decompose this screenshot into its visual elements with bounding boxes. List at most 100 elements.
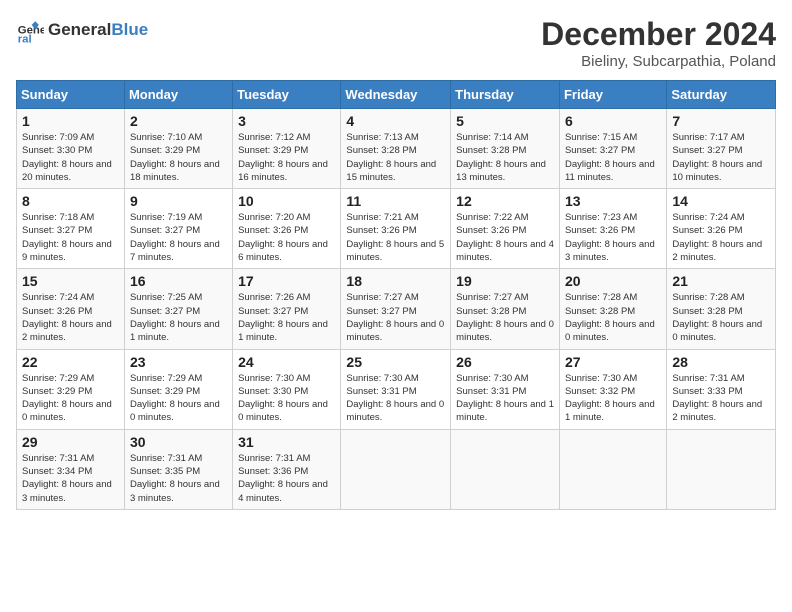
cell-info: Sunrise: 7:21 AM Sunset: 3:26 PM Dayligh…	[346, 211, 445, 264]
calendar-cell: 26 Sunrise: 7:30 AM Sunset: 3:31 PM Dayl…	[451, 349, 560, 429]
cell-info: Sunrise: 7:15 AM Sunset: 3:27 PM Dayligh…	[565, 131, 661, 184]
day-number: 10	[238, 193, 335, 209]
day-number: 25	[346, 354, 445, 370]
cell-info: Sunrise: 7:25 AM Sunset: 3:27 PM Dayligh…	[130, 291, 227, 344]
calendar-cell: 7 Sunrise: 7:17 AM Sunset: 3:27 PM Dayli…	[667, 109, 776, 189]
calendar-cell: 24 Sunrise: 7:30 AM Sunset: 3:30 PM Dayl…	[233, 349, 341, 429]
calendar-cell: 14 Sunrise: 7:24 AM Sunset: 3:26 PM Dayl…	[667, 189, 776, 269]
day-number: 17	[238, 273, 335, 289]
calendar-cell: 19 Sunrise: 7:27 AM Sunset: 3:28 PM Dayl…	[451, 269, 560, 349]
day-number: 29	[22, 434, 119, 450]
calendar-cell: 2 Sunrise: 7:10 AM Sunset: 3:29 PM Dayli…	[124, 109, 232, 189]
logo-icon: Gene ral	[16, 16, 44, 44]
day-number: 8	[22, 193, 119, 209]
calendar-week-row: 29 Sunrise: 7:31 AM Sunset: 3:34 PM Dayl…	[17, 429, 776, 509]
day-number: 16	[130, 273, 227, 289]
calendar-table: SundayMondayTuesdayWednesdayThursdayFrid…	[16, 80, 776, 510]
calendar-week-row: 1 Sunrise: 7:09 AM Sunset: 3:30 PM Dayli…	[17, 109, 776, 189]
cell-info: Sunrise: 7:26 AM Sunset: 3:27 PM Dayligh…	[238, 291, 335, 344]
header-day: Tuesday	[233, 81, 341, 109]
calendar-week-row: 15 Sunrise: 7:24 AM Sunset: 3:26 PM Dayl…	[17, 269, 776, 349]
cell-info: Sunrise: 7:29 AM Sunset: 3:29 PM Dayligh…	[130, 372, 227, 425]
day-number: 23	[130, 354, 227, 370]
calendar-cell: 29 Sunrise: 7:31 AM Sunset: 3:34 PM Dayl…	[17, 429, 125, 509]
cell-info: Sunrise: 7:23 AM Sunset: 3:26 PM Dayligh…	[565, 211, 661, 264]
logo: Gene ral GeneralBlue	[16, 16, 148, 44]
cell-info: Sunrise: 7:14 AM Sunset: 3:28 PM Dayligh…	[456, 131, 554, 184]
calendar-cell: 22 Sunrise: 7:29 AM Sunset: 3:29 PM Dayl…	[17, 349, 125, 429]
calendar-cell: 25 Sunrise: 7:30 AM Sunset: 3:31 PM Dayl…	[341, 349, 451, 429]
day-number: 30	[130, 434, 227, 450]
cell-info: Sunrise: 7:10 AM Sunset: 3:29 PM Dayligh…	[130, 131, 227, 184]
calendar-cell: 6 Sunrise: 7:15 AM Sunset: 3:27 PM Dayli…	[559, 109, 666, 189]
cell-info: Sunrise: 7:24 AM Sunset: 3:26 PM Dayligh…	[22, 291, 119, 344]
calendar-cell: 17 Sunrise: 7:26 AM Sunset: 3:27 PM Dayl…	[233, 269, 341, 349]
title-area: December 2024 Bieliny, Subcarpathia, Pol…	[541, 16, 776, 70]
cell-info: Sunrise: 7:09 AM Sunset: 3:30 PM Dayligh…	[22, 131, 119, 184]
calendar-cell: 31 Sunrise: 7:31 AM Sunset: 3:36 PM Dayl…	[233, 429, 341, 509]
calendar-cell: 3 Sunrise: 7:12 AM Sunset: 3:29 PM Dayli…	[233, 109, 341, 189]
day-number: 1	[22, 113, 119, 129]
calendar-cell: 20 Sunrise: 7:28 AM Sunset: 3:28 PM Dayl…	[559, 269, 666, 349]
logo-general: General	[48, 20, 111, 39]
day-number: 26	[456, 354, 554, 370]
calendar-cell: 8 Sunrise: 7:18 AM Sunset: 3:27 PM Dayli…	[17, 189, 125, 269]
calendar-cell: 30 Sunrise: 7:31 AM Sunset: 3:35 PM Dayl…	[124, 429, 232, 509]
cell-info: Sunrise: 7:31 AM Sunset: 3:33 PM Dayligh…	[672, 372, 770, 425]
calendar-cell	[559, 429, 666, 509]
month-title: December 2024	[541, 16, 776, 53]
cell-info: Sunrise: 7:31 AM Sunset: 3:36 PM Dayligh…	[238, 452, 335, 505]
day-number: 28	[672, 354, 770, 370]
cell-info: Sunrise: 7:20 AM Sunset: 3:26 PM Dayligh…	[238, 211, 335, 264]
day-number: 12	[456, 193, 554, 209]
cell-info: Sunrise: 7:28 AM Sunset: 3:28 PM Dayligh…	[565, 291, 661, 344]
day-number: 22	[22, 354, 119, 370]
calendar-week-row: 22 Sunrise: 7:29 AM Sunset: 3:29 PM Dayl…	[17, 349, 776, 429]
header-day: Sunday	[17, 81, 125, 109]
header-row: SundayMondayTuesdayWednesdayThursdayFrid…	[17, 81, 776, 109]
day-number: 2	[130, 113, 227, 129]
day-number: 31	[238, 434, 335, 450]
calendar-cell: 27 Sunrise: 7:30 AM Sunset: 3:32 PM Dayl…	[559, 349, 666, 429]
day-number: 27	[565, 354, 661, 370]
calendar-cell: 18 Sunrise: 7:27 AM Sunset: 3:27 PM Dayl…	[341, 269, 451, 349]
calendar-cell: 28 Sunrise: 7:31 AM Sunset: 3:33 PM Dayl…	[667, 349, 776, 429]
cell-info: Sunrise: 7:17 AM Sunset: 3:27 PM Dayligh…	[672, 131, 770, 184]
cell-info: Sunrise: 7:13 AM Sunset: 3:28 PM Dayligh…	[346, 131, 445, 184]
day-number: 11	[346, 193, 445, 209]
header-day: Monday	[124, 81, 232, 109]
cell-info: Sunrise: 7:27 AM Sunset: 3:28 PM Dayligh…	[456, 291, 554, 344]
cell-info: Sunrise: 7:30 AM Sunset: 3:31 PM Dayligh…	[346, 372, 445, 425]
cell-info: Sunrise: 7:12 AM Sunset: 3:29 PM Dayligh…	[238, 131, 335, 184]
cell-info: Sunrise: 7:30 AM Sunset: 3:32 PM Dayligh…	[565, 372, 661, 425]
calendar-cell: 15 Sunrise: 7:24 AM Sunset: 3:26 PM Dayl…	[17, 269, 125, 349]
day-number: 24	[238, 354, 335, 370]
calendar-cell: 12 Sunrise: 7:22 AM Sunset: 3:26 PM Dayl…	[451, 189, 560, 269]
cell-info: Sunrise: 7:22 AM Sunset: 3:26 PM Dayligh…	[456, 211, 554, 264]
day-number: 4	[346, 113, 445, 129]
cell-info: Sunrise: 7:29 AM Sunset: 3:29 PM Dayligh…	[22, 372, 119, 425]
cell-info: Sunrise: 7:30 AM Sunset: 3:30 PM Dayligh…	[238, 372, 335, 425]
calendar-cell: 4 Sunrise: 7:13 AM Sunset: 3:28 PM Dayli…	[341, 109, 451, 189]
header-day: Thursday	[451, 81, 560, 109]
calendar-cell	[341, 429, 451, 509]
day-number: 13	[565, 193, 661, 209]
day-number: 14	[672, 193, 770, 209]
cell-info: Sunrise: 7:18 AM Sunset: 3:27 PM Dayligh…	[22, 211, 119, 264]
calendar-cell: 11 Sunrise: 7:21 AM Sunset: 3:26 PM Dayl…	[341, 189, 451, 269]
calendar-cell: 1 Sunrise: 7:09 AM Sunset: 3:30 PM Dayli…	[17, 109, 125, 189]
calendar-cell: 5 Sunrise: 7:14 AM Sunset: 3:28 PM Dayli…	[451, 109, 560, 189]
calendar-cell: 16 Sunrise: 7:25 AM Sunset: 3:27 PM Dayl…	[124, 269, 232, 349]
cell-info: Sunrise: 7:19 AM Sunset: 3:27 PM Dayligh…	[130, 211, 227, 264]
cell-info: Sunrise: 7:30 AM Sunset: 3:31 PM Dayligh…	[456, 372, 554, 425]
calendar-cell: 10 Sunrise: 7:20 AM Sunset: 3:26 PM Dayl…	[233, 189, 341, 269]
calendar-cell: 9 Sunrise: 7:19 AM Sunset: 3:27 PM Dayli…	[124, 189, 232, 269]
day-number: 20	[565, 273, 661, 289]
calendar-cell	[667, 429, 776, 509]
header: Gene ral GeneralBlue December 2024 Bieli…	[16, 16, 776, 70]
logo-blue: Blue	[111, 20, 148, 39]
calendar-cell: 13 Sunrise: 7:23 AM Sunset: 3:26 PM Dayl…	[559, 189, 666, 269]
calendar-week-row: 8 Sunrise: 7:18 AM Sunset: 3:27 PM Dayli…	[17, 189, 776, 269]
header-day: Friday	[559, 81, 666, 109]
location-title: Bieliny, Subcarpathia, Poland	[541, 53, 776, 70]
